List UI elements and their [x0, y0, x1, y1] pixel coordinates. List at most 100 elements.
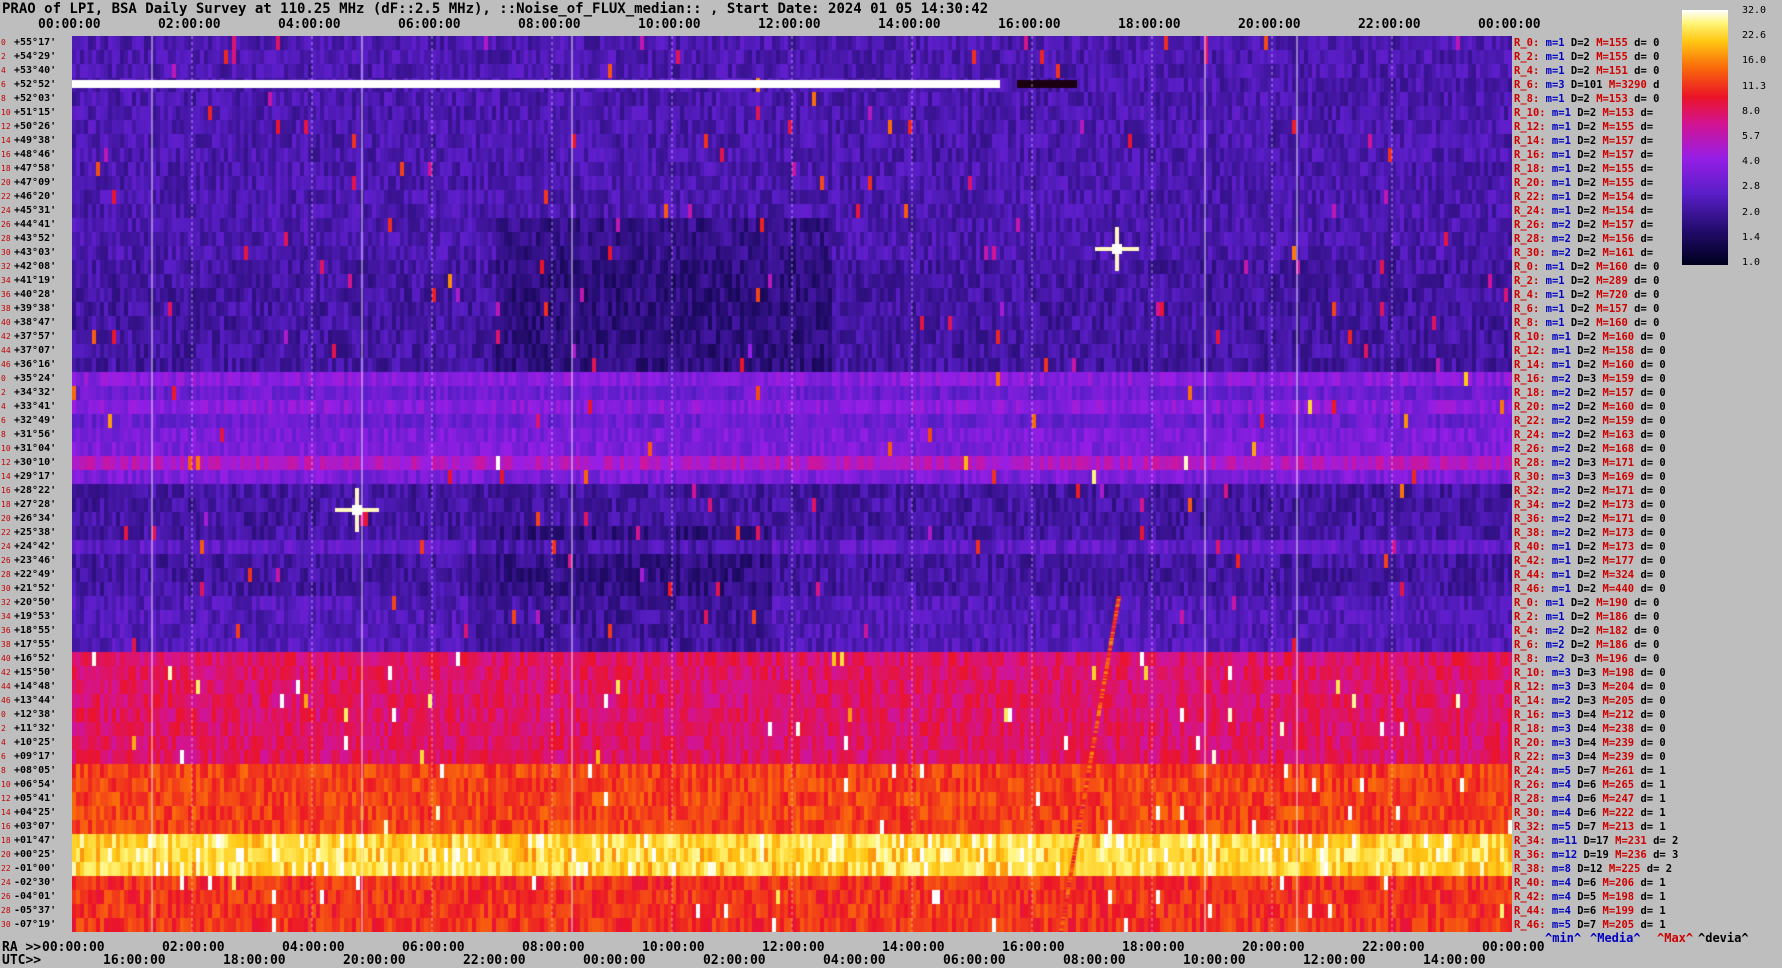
- stat-max: M=155: [1589, 51, 1628, 63]
- stat-median: D=2: [1564, 611, 1590, 623]
- stats-row: R_0: m=1 D=2 M=190 d= 0: [1514, 597, 1659, 609]
- stat-devia: d= 0: [1627, 275, 1660, 287]
- bottom-ra-tick: 04:00:00: [282, 940, 345, 955]
- declination-label: +24°42': [14, 541, 57, 552]
- stat-range: R_12:: [1514, 345, 1546, 357]
- stats-row: R_4: m=1 D=2 M=720 d= 0: [1514, 289, 1659, 301]
- stat-min: m=3: [1545, 737, 1571, 749]
- stat-range: R_0:: [1514, 261, 1540, 273]
- stat-range: R_22:: [1514, 751, 1546, 763]
- declination-label: -01°00': [14, 863, 57, 874]
- row-index: 38: [1, 640, 11, 649]
- row-index: 28: [1, 906, 11, 915]
- declination-label: +31°04': [14, 443, 57, 454]
- declination-label: +25°38': [14, 527, 57, 538]
- stat-devia: d= 0: [1634, 737, 1666, 749]
- stat-median: D=6: [1570, 807, 1597, 819]
- stat-median: D=2: [1570, 149, 1597, 161]
- declination-label: +22°49': [14, 569, 57, 580]
- stat-devia: d= 1: [1634, 891, 1666, 903]
- stat-devia: d= 0: [1634, 485, 1666, 497]
- stat-median: D=2: [1564, 93, 1590, 105]
- stat-min: m=2: [1545, 219, 1571, 231]
- stat-median: D=5: [1570, 891, 1597, 903]
- stat-max: M=289: [1589, 275, 1628, 287]
- top-tick-label: 00:00:00: [38, 17, 101, 32]
- row-index: 16: [1, 150, 11, 159]
- stat-devia: d= 0: [1627, 289, 1660, 301]
- row-index: 24: [1, 206, 11, 215]
- stat-range: R_0:: [1514, 597, 1540, 609]
- row-index: 20: [1, 178, 11, 187]
- bottom-utc-tick: 16:00:00: [103, 953, 166, 968]
- declination-label: +16°52': [14, 653, 57, 664]
- stat-range: R_0:: [1514, 37, 1540, 49]
- stat-min: m=1: [1545, 541, 1571, 553]
- heatmap-plot: [72, 36, 1512, 932]
- stat-max: M=160: [1596, 401, 1635, 413]
- row-index: 12: [1, 794, 11, 803]
- stats-row: R_6: m=1 D=2 M=157 d= 0: [1514, 303, 1659, 315]
- stat-range: R_4:: [1514, 625, 1540, 637]
- stat-median: D=3: [1564, 653, 1590, 665]
- stat-range: R_30:: [1514, 807, 1546, 819]
- stat-min: m=12: [1545, 849, 1578, 861]
- row-index: 0: [1, 38, 6, 47]
- stat-max: M=171: [1596, 457, 1635, 469]
- row-index: 42: [1, 668, 11, 677]
- stat-max: M=163: [1596, 429, 1635, 441]
- stat-devia: d= 0: [1634, 527, 1666, 539]
- stat-range: R_20:: [1514, 737, 1546, 749]
- stat-max: M=154: [1596, 191, 1635, 203]
- row-index: 42: [1, 332, 11, 341]
- stat-max: M=158: [1596, 345, 1635, 357]
- stat-min: m=1: [1545, 191, 1571, 203]
- row-index: 10: [1, 780, 11, 789]
- stat-devia: d= 1: [1634, 807, 1666, 819]
- colorbar-tick-label: 32.0: [1742, 5, 1767, 16]
- declination-label: +31°56': [14, 429, 57, 440]
- colorbar-tick-label: 4.0: [1742, 156, 1761, 168]
- stats-row: R_36: m=12 D=19 M=236 d= 3: [1514, 849, 1678, 861]
- stat-devia: d= 0: [1634, 667, 1666, 679]
- top-tick-label: 06:00:00: [398, 17, 461, 32]
- stat-devia: d= 0: [1627, 639, 1660, 651]
- stat-median: D=2: [1570, 569, 1597, 581]
- stat-range: R_44:: [1514, 569, 1546, 581]
- declination-label: +12°38': [14, 709, 57, 720]
- stat-range: R_6:: [1514, 79, 1540, 91]
- stat-min: m=2: [1545, 401, 1571, 413]
- stat-median: D=2: [1570, 219, 1597, 231]
- declination-label: +34°32': [14, 387, 57, 398]
- stat-median: D=7: [1570, 821, 1597, 833]
- stat-min: m=1: [1539, 317, 1565, 329]
- stat-devia: d= 0: [1634, 387, 1666, 399]
- stat-max: M=182: [1589, 625, 1628, 637]
- stat-median: D=2: [1570, 415, 1597, 427]
- stat-range: R_10:: [1514, 667, 1546, 679]
- stat-max: M=231: [1608, 835, 1647, 847]
- stat-devia: d=: [1634, 163, 1654, 175]
- stat-max: M=169: [1596, 471, 1635, 483]
- stat-devia: d=: [1634, 233, 1654, 245]
- stats-row: R_6: m=3 D=101 M=3290 d: [1514, 79, 1659, 91]
- stat-median: D=3: [1570, 471, 1597, 483]
- declination-label: +13°44': [14, 695, 57, 706]
- stat-devia: d= 0: [1634, 401, 1666, 413]
- bottom-utc-tick: 00:00:00: [583, 953, 646, 968]
- declination-label: +08°05': [14, 765, 57, 776]
- row-index: 28: [1, 234, 11, 243]
- declination-label: +10°25': [14, 737, 57, 748]
- stat-min: m=2: [1545, 373, 1571, 385]
- stat-devia: d= 0: [1627, 37, 1660, 49]
- stat-median: D=2: [1570, 429, 1597, 441]
- row-index: 24: [1, 542, 11, 551]
- stat-range: R_38:: [1514, 527, 1546, 539]
- declination-label: -05°37': [14, 905, 57, 916]
- stat-max: M=157: [1596, 135, 1635, 147]
- stat-max: M=153: [1596, 107, 1635, 119]
- stat-min: m=3: [1545, 667, 1571, 679]
- stats-row: R_22: m=3 D=4 M=239 d= 0: [1514, 751, 1666, 763]
- stat-median: D=2: [1564, 289, 1590, 301]
- stats-row: R_28: m=2 D=3 M=171 d= 0: [1514, 457, 1666, 469]
